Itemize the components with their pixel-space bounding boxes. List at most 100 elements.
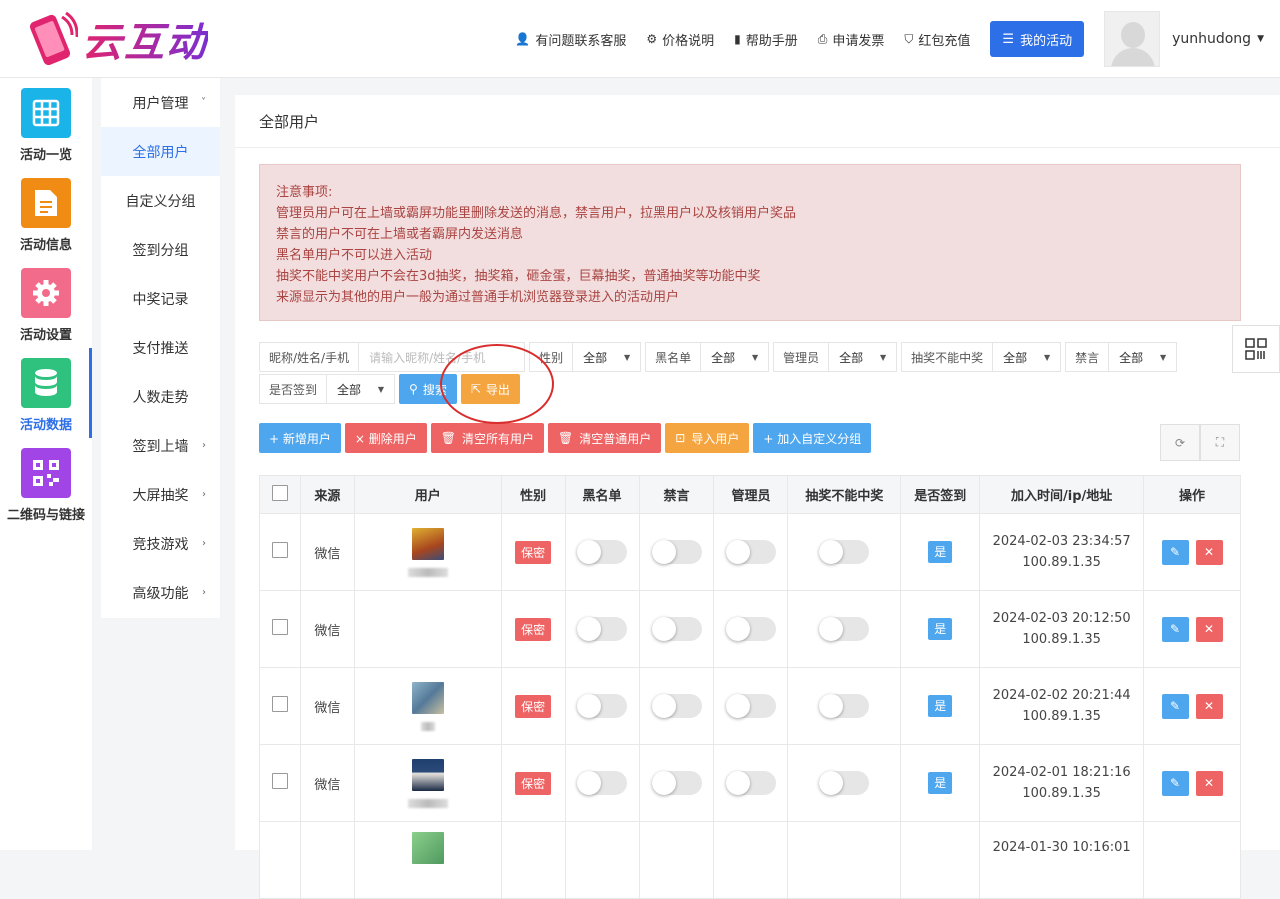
col-signed[interactable]: 是否签到 [900,475,981,514]
nav-invoice[interactable]: ⎙ 申请发票 [818,30,885,49]
edit-icon[interactable]: ✎ [1161,693,1189,719]
select-all-checkbox[interactable] [271,484,288,501]
submenu-user-trend[interactable]: 人数走势 [101,372,220,421]
avatar[interactable] [1104,11,1161,67]
chevron-right-icon: › [202,440,206,451]
col-mute[interactable]: 禁言 [638,475,715,514]
blacklist-select[interactable]: 全部 ▼ [701,343,768,371]
join-time: 2024-01-30 10:16:01 [992,840,1131,855]
clear-normal-users-button[interactable]: 🗑 清空普通用户 [548,423,662,453]
mute-toggle[interactable] [651,694,702,718]
admin-cell [713,744,789,822]
caret-down-icon: ▼ [751,352,759,362]
blacklist-toggle[interactable] [577,771,628,795]
col-no-prize[interactable]: 抽奖不能中奖 [787,475,902,514]
floating-qrcode-icon[interactable] [1232,325,1280,373]
leftbar-item-overview[interactable]: 活动一览 [0,78,92,168]
user-menu[interactable]: yunhudong ▼ [1172,31,1264,47]
submenu-advanced[interactable]: 高级功能 › [101,568,220,617]
edit-icon[interactable]: ✎ [1161,770,1189,796]
admin-filter: 管理员 全部 ▼ [773,342,898,372]
admin-toggle[interactable] [725,540,776,564]
caret-down-icon: ▼ [623,352,631,362]
admin-toggle[interactable] [725,771,776,795]
leftbar-item-settings[interactable]: 活动设置 [0,258,92,348]
submenu-label: 大屏抽奖 [132,487,189,504]
col-gender[interactable]: 性别 [500,475,566,514]
source-cell: 微信 [299,590,355,668]
admin-select[interactable]: 全部 ▼ [829,343,896,371]
row-checkbox[interactable] [271,619,288,635]
user-nickname-blurred [407,798,448,808]
select-value: 全部 [337,382,362,397]
submenu-games[interactable]: 竞技游戏 › [101,519,220,568]
join-time: 2024-02-03 20:12:50 [992,611,1131,626]
no-prize-toggle[interactable] [819,617,870,641]
import-icon: ⊡ [675,431,686,445]
my-activity-button[interactable]: ☰ 我的活动 [990,21,1085,57]
nav-support[interactable]: 👤 有问题联系客服 [515,30,626,49]
mute-select[interactable]: 全部 ▼ [1109,343,1176,371]
blacklist-toggle[interactable] [577,617,628,641]
delete-icon[interactable]: ✕ [1195,770,1223,796]
submenu-all-users[interactable]: 全部用户 [101,127,220,176]
blacklist-toggle[interactable] [577,694,628,718]
admin-toggle[interactable] [725,617,776,641]
notice-line: 来源显示为其他的用户一般为通过普通手机浏览器登录进入的活动用户 [276,290,680,305]
delete-icon[interactable]: ✕ [1195,616,1223,642]
leftbar-item-data[interactable]: 活动数据 [0,348,92,438]
signin-select[interactable]: 全部 ▼ [327,375,394,403]
mute-toggle[interactable] [651,771,702,795]
submenu-prize-records[interactable]: 中奖记录 [101,274,220,323]
add-to-group-button[interactable]: + 加入自定义分组 [753,423,872,453]
leftbar-label: 活动信息 [19,238,72,253]
mute-toggle[interactable] [651,540,702,564]
col-admin[interactable]: 管理员 [713,475,789,514]
submenu-signin-groups[interactable]: 签到分组 [101,225,220,274]
admin-toggle[interactable] [725,694,776,718]
nav-pricing[interactable]: ⚙ 价格说明 [646,30,714,49]
no-prize-cell [787,513,902,591]
button-label: 清空所有用户 [461,431,534,446]
leftbar-item-qrcode[interactable]: 二维码与链接 [0,438,92,528]
edit-icon[interactable]: ✎ [1161,616,1189,642]
admin-cell [713,590,789,668]
col-blacklist[interactable]: 黑名单 [564,475,640,514]
delete-icon[interactable]: ✕ [1195,693,1223,719]
delete-user-button[interactable]: × 删除用户 [344,423,427,453]
submenu-user-management[interactable]: 用户管理 ˅ [101,78,220,127]
submenu-payment-push[interactable]: 支付推送 [101,323,220,372]
nav-redpacket[interactable]: ⛉ 红包充值 [904,30,970,49]
add-user-button[interactable]: + 新增用户 [259,423,341,453]
no-prize-toggle[interactable] [819,540,870,564]
top-header: 云互动 👤 有问题联系客服 ⚙ 价格说明 ▮ 帮助手册 ⎙ 申请发票 ⛉ 红包充值 ☰ 我的… [0,0,1280,78]
join-ip: 100.89.1.35 [1022,632,1101,647]
table-row: 微信 保密 是 2024-02-03 23:34:57 100.89.1.35 ✎… [259,513,1241,591]
row-checkbox[interactable] [271,542,288,558]
no-prize-select[interactable]: 全部 ▼ [993,343,1060,371]
leftbar-item-info[interactable]: 活动信息 [0,168,92,258]
mute-toggle[interactable] [651,617,702,641]
gender-select[interactable]: 全部 ▼ [573,343,640,371]
col-user[interactable]: 用户 [353,475,502,514]
submenu-screen-lottery[interactable]: 大屏抽奖 › [101,470,220,519]
fullscreen-icon[interactable]: ⛶ [1200,424,1240,461]
edit-icon[interactable]: ✎ [1161,539,1189,565]
no-prize-toggle[interactable] [819,694,870,718]
col-source[interactable]: 来源 [299,475,355,514]
submenu-signin-wall[interactable]: 签到上墙 › [101,421,220,470]
no-prize-toggle[interactable] [819,771,870,795]
delete-icon[interactable]: ✕ [1195,539,1223,565]
brand-logo[interactable]: 云互动 [22,10,208,68]
col-join-time[interactable]: 加入时间/ip/地址 [979,475,1145,514]
row-select-cell [259,590,301,668]
refresh-icon[interactable]: ⟳ [1160,424,1200,461]
import-users-button[interactable]: ⊡ 导入用户 [665,423,750,453]
page-title: 全部用户 [259,113,320,131]
row-checkbox[interactable] [271,696,288,712]
row-checkbox[interactable] [271,773,288,789]
blacklist-toggle[interactable] [577,540,628,564]
submenu-custom-groups[interactable]: 自定义分组 [101,176,220,225]
clear-all-users-button[interactable]: 🗑 清空所有用户 [430,423,544,453]
nav-help[interactable]: ▮ 帮助手册 [734,30,798,49]
